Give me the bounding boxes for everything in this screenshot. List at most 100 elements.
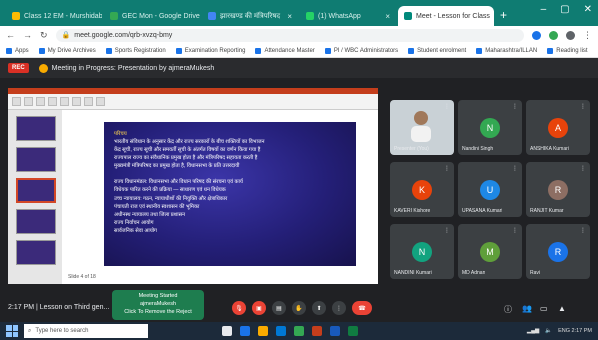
bookmark-icon [476, 47, 483, 54]
bookmark-item[interactable]: Sports Registration [105, 47, 166, 54]
participant-tile[interactable]: A ⋮ ANSHIKA Kumari [526, 100, 590, 155]
extension-icon[interactable] [549, 30, 558, 40]
end-call-button[interactable]: ☎ [352, 301, 372, 315]
participant-tile[interactable]: M ⋮ MD Adnan [458, 224, 522, 279]
ribbon-tool-icon[interactable] [48, 97, 57, 106]
popup-line: Click To Remove the Reject [124, 308, 192, 315]
participant-tile[interactable]: R ⋮ Ravi [526, 224, 590, 279]
participant-menu-icon[interactable]: ⋮ [444, 165, 450, 172]
participant-tile[interactable]: R ⋮ RANJIT Kumar [526, 162, 590, 217]
activities-icon[interactable]: ▲ [558, 304, 566, 313]
browser-tab[interactable]: Meet - Lesson for Class× [398, 6, 494, 26]
task-view-icon[interactable] [222, 326, 232, 336]
raise-hand-button[interactable]: ✋ [292, 301, 306, 315]
info-icon[interactable]: ⓘ [504, 304, 512, 315]
bookmark-item[interactable]: Apps [6, 47, 29, 54]
ribbon-tool-icon[interactable] [84, 97, 93, 106]
menu-icon[interactable]: ⋮ [583, 30, 592, 41]
captions-button[interactable]: ▤ [272, 301, 286, 315]
browser-tab[interactable]: Class 12 EM - Murshidabad× [6, 6, 102, 26]
participant-tile[interactable]: U ⋮ UPASANA Kumari [458, 162, 522, 217]
present-button[interactable]: ⬆ [312, 301, 326, 315]
back-icon[interactable]: ← [6, 30, 15, 40]
participant-menu-icon[interactable]: ⋮ [580, 165, 586, 172]
mic-off-button[interactable]: 🎙 [232, 301, 246, 315]
participant-menu-icon[interactable]: ⋮ [512, 165, 518, 172]
close-tab-icon[interactable]: × [287, 12, 292, 21]
system-tray: ▂▄▆ 🔈 ENG 2:17 PM [527, 328, 592, 334]
store-icon[interactable] [276, 326, 286, 336]
extension-icon[interactable] [532, 30, 541, 40]
ribbon-tool-icon[interactable] [72, 97, 81, 106]
close-tab-icon[interactable]: × [385, 12, 390, 21]
browser-tab[interactable]: GEC Mon - Google Drive× [104, 6, 200, 26]
participant-avatar: K [412, 180, 432, 200]
meeting-popup[interactable]: Meeting Started ajmeraMukesh Click To Re… [112, 290, 204, 320]
participant-avatar: N [412, 242, 432, 262]
ribbon-tool-icon[interactable] [12, 97, 21, 106]
tab-favicon-icon [404, 12, 412, 20]
powerpoint-status: Slide 4 of 18 [68, 274, 96, 280]
slide-thumbnail[interactable] [16, 116, 56, 141]
close-window-button[interactable]: ✕ [584, 4, 592, 15]
windows-start-icon[interactable] [6, 325, 18, 337]
reload-icon[interactable]: ↻ [40, 30, 48, 41]
new-tab-button[interactable]: + [500, 8, 507, 22]
chat-icon[interactable]: ▭ [540, 304, 548, 313]
participant-tile[interactable]: ⋮ Presenter (You) [390, 100, 454, 155]
bookmark-item[interactable]: Reading list [547, 47, 588, 54]
bookmark-item[interactable]: Attendance Master [255, 47, 315, 54]
tab-favicon-icon [110, 12, 118, 20]
slide-thumbnail[interactable] [16, 240, 56, 265]
chrome-icon[interactable] [294, 326, 304, 336]
bookmark-label: Reading list [556, 47, 588, 54]
browser-tab[interactable]: (1) WhatsApp × [300, 6, 396, 26]
participant-tile[interactable]: N ⋮ NANDINI Kumari [390, 224, 454, 279]
participant-menu-icon[interactable]: ⋮ [580, 227, 586, 234]
ribbon-tool-icon[interactable] [36, 97, 45, 106]
volume-icon[interactable]: 🔈 [545, 328, 552, 334]
participant-avatar: A [548, 118, 568, 138]
participant-menu-icon[interactable]: ⋮ [444, 103, 450, 110]
bookmark-item[interactable]: PI / WBC Administrators [324, 47, 398, 54]
participant-avatar: M [480, 242, 500, 262]
excel-icon[interactable] [348, 326, 358, 336]
network-icon[interactable]: ▂▄▆ [527, 328, 539, 334]
people-icon[interactable]: 👥 [522, 304, 532, 313]
bookmark-label: Apps [15, 47, 29, 54]
slide-thumbnail[interactable] [16, 209, 56, 234]
slide-thumbnail[interactable] [16, 178, 56, 203]
word-icon[interactable] [330, 326, 340, 336]
profile-avatar[interactable] [566, 30, 575, 40]
edge-icon[interactable] [240, 326, 250, 336]
more-options-button[interactable]: ⋮ [332, 301, 346, 315]
slide-thumbnail[interactable] [16, 147, 56, 172]
participant-tile[interactable]: N ⋮ Nandini Singh [458, 100, 522, 155]
powerpoint-icon[interactable] [312, 326, 322, 336]
browser-tab[interactable]: झारखण्ड की मंत्रिपरिषद × [202, 6, 298, 26]
maximize-button[interactable]: ▢ [560, 4, 569, 15]
url-input[interactable]: 🔒 meet.google.com/qrb-xvzq-bmy [55, 28, 524, 42]
file-explorer-icon[interactable] [258, 326, 268, 336]
tab-label: Class 12 EM - Murshidabad [24, 12, 102, 20]
slide-text-line: राज्यपाल राज्य का संवैधानिक प्रमुख होता … [114, 155, 258, 162]
taskbar-search-input[interactable]: ⌕ Type here to search [24, 324, 148, 338]
bookmark-item[interactable]: Student enrolment [408, 47, 466, 54]
minimize-button[interactable]: – [541, 4, 547, 15]
participant-menu-icon[interactable]: ⋮ [512, 103, 518, 110]
ribbon-tool-icon[interactable] [60, 97, 69, 106]
forward-icon[interactable]: → [23, 30, 32, 40]
participant-tile[interactable]: K ⋮ KAVERI Kishore [390, 162, 454, 217]
ribbon-tool-icon[interactable] [96, 97, 105, 106]
slide-text-line: अधीनस्थ न्यायालय तथा जिला प्रशासन [114, 211, 186, 218]
participant-menu-icon[interactable]: ⋮ [512, 227, 518, 234]
bookmark-item[interactable]: Examination Reporting [175, 47, 245, 54]
participant-menu-icon[interactable]: ⋮ [580, 103, 586, 110]
participant-video-feed [411, 111, 431, 142]
slide-text-line: पंचायती राज एवं स्थानीय स्वशासन की भूमिक… [114, 203, 200, 210]
bookmark-item[interactable]: My Drive Archives [38, 47, 96, 54]
ribbon-tool-icon[interactable] [24, 97, 33, 106]
camera-off-button[interactable]: ▣ [252, 301, 266, 315]
bookmark-item[interactable]: Maharashtra/ILLAN [476, 47, 537, 54]
participant-menu-icon[interactable]: ⋮ [444, 227, 450, 234]
